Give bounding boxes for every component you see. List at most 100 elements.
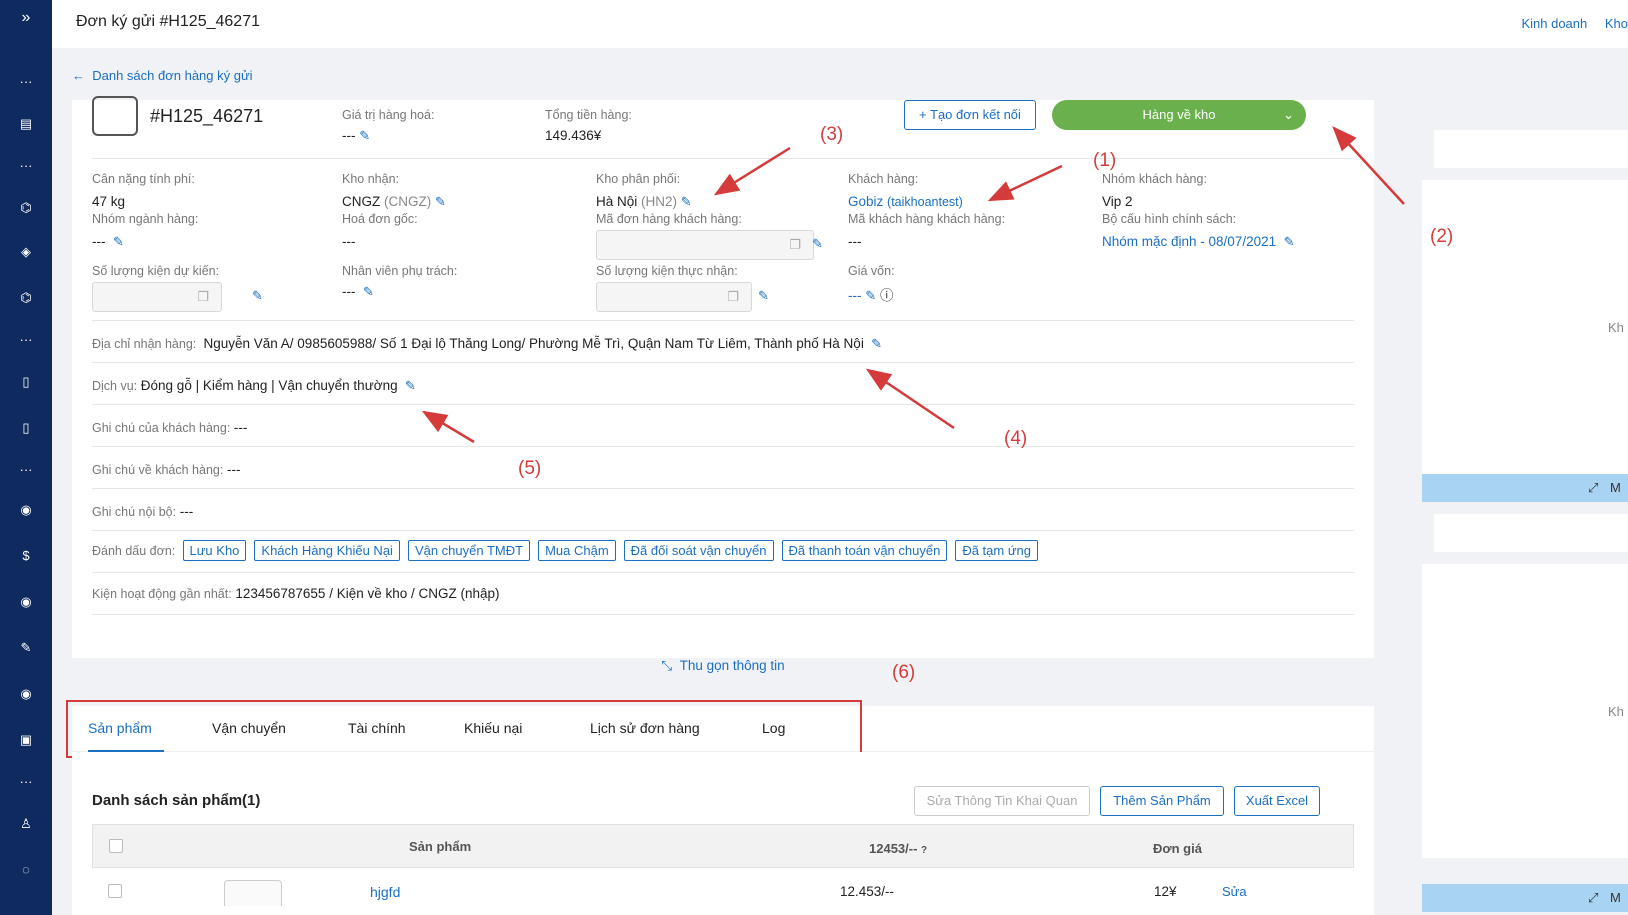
- order-status-dropdown[interactable]: Hàng về kho ⌄: [1052, 100, 1306, 130]
- edit-square-icon[interactable]: ✎: [865, 288, 876, 303]
- products-title: Danh sách sản phẩm(1): [92, 792, 261, 809]
- divider: [92, 158, 1354, 159]
- box-icon[interactable]: ◈: [0, 244, 52, 260]
- products-section: Danh sách sản phẩm(1) Sửa Thông Tin Khai…: [72, 752, 1374, 915]
- panel-text: Kh: [1608, 320, 1624, 335]
- expected-packages-label: Số lượng kiện dự kiến:: [92, 264, 220, 278]
- receipt-icon[interactable]: ▣: [0, 732, 52, 748]
- annotation-label: (4): [1004, 428, 1028, 449]
- exchange-icon[interactable]: ◉: [0, 502, 52, 518]
- mark-tag[interactable]: Lưu Kho: [182, 540, 247, 561]
- policy-value[interactable]: Nhóm mặc định - 08/07/2021 ✎: [1102, 234, 1295, 250]
- copy-icon[interactable]: ❐: [789, 237, 801, 253]
- mark-tag[interactable]: Đã đối soát vận chuyển: [623, 540, 774, 561]
- mark-tag[interactable]: Đã thanh toán vận chuyển: [781, 540, 948, 561]
- hierarchy-icon[interactable]: ⌬: [0, 200, 52, 216]
- menu-dots-icon[interactable]: ···: [0, 332, 52, 348]
- order-marks-row: Đánh dấu đơn: Lưu Kho Khách Hàng Khiếu Nạ…: [92, 540, 1046, 561]
- add-product-button[interactable]: Thêm Sản Phẩm: [1100, 786, 1224, 816]
- edit-icon[interactable]: ✎: [1284, 234, 1295, 249]
- weight-value: 47 kg: [92, 194, 126, 209]
- select-all-checkbox[interactable]: [109, 839, 123, 853]
- total-label: Tổng tiền hàng:: [545, 108, 632, 122]
- customer-order-code-label: Mã đơn hàng khách hàng:: [596, 212, 742, 226]
- customer-link[interactable]: Gobiz (taikhoantest): [848, 194, 963, 209]
- invoice-label: Hoá đơn gốc:: [342, 212, 418, 226]
- mark-tag[interactable]: Mua Chậm: [538, 540, 616, 561]
- page-title: Đơn ký gửi #H125_46271: [76, 13, 260, 30]
- panel-bar[interactable]: ⤢ M: [1422, 474, 1628, 502]
- copy-icon[interactable]: ❐: [727, 289, 739, 305]
- collapse-info-button[interactable]: ⤡ Thu gọn thông tin: [72, 658, 1374, 680]
- top-bar: Đơn ký gửi #H125_46271 Kinh doanh Kho: [52, 0, 1628, 48]
- mark-tag[interactable]: Đã tạm ứng: [955, 540, 1038, 561]
- col-quantity: 12453/-- ?: [869, 841, 928, 856]
- edit-square-icon[interactable]: ✎: [758, 288, 769, 304]
- menu-dots-icon[interactable]: ···: [0, 158, 52, 174]
- edit-square-icon[interactable]: ✎: [812, 236, 823, 252]
- pen-icon[interactable]: ✎: [0, 640, 52, 656]
- divider: [92, 530, 1354, 531]
- export-excel-button[interactable]: Xuất Excel: [1234, 786, 1320, 816]
- edit-icon[interactable]: ✎: [363, 284, 374, 299]
- annotation-label: (3): [820, 124, 844, 145]
- document-icon[interactable]: ▯: [0, 420, 52, 436]
- goods-value: --- ✎: [342, 128, 371, 143]
- edit-icon[interactable]: ✎: [405, 378, 416, 393]
- menu-dots-icon[interactable]: ···: [0, 774, 52, 790]
- chat-icon[interactable]: ◌: [0, 862, 52, 878]
- row-checkbox[interactable]: [108, 884, 122, 898]
- menu-dots-icon[interactable]: ···: [0, 462, 52, 478]
- edit-square-icon[interactable]: ✎: [252, 288, 263, 304]
- nav-link-sales[interactable]: Kinh doanh: [1521, 16, 1587, 31]
- edit-icon[interactable]: ✎: [359, 128, 370, 143]
- panel-bar[interactable]: ⤢ M: [1422, 884, 1628, 912]
- expected-packages-input[interactable]: ❐: [92, 282, 222, 312]
- product-unit-price: 12¥: [1154, 884, 1177, 899]
- expand-icon: ⤢: [1588, 890, 1599, 905]
- exchange-icon[interactable]: ◉: [0, 686, 52, 702]
- edit-icon[interactable]: ✎: [681, 194, 692, 209]
- edit-icon[interactable]: ✎: [435, 194, 446, 209]
- divider: [92, 614, 1354, 615]
- customer-group-value: Vip 2: [1102, 194, 1133, 209]
- copy-icon[interactable]: ❐: [197, 289, 209, 305]
- edit-product-link[interactable]: Sửa: [1222, 884, 1247, 899]
- edit-customs-button[interactable]: Sửa Thông Tin Khai Quan: [914, 786, 1090, 816]
- edit-icon[interactable]: ✎: [871, 336, 882, 351]
- actual-packages-input[interactable]: ❐: [596, 282, 752, 312]
- divider: [92, 320, 1354, 321]
- panel-box: [1434, 130, 1628, 168]
- dollar-icon[interactable]: $: [0, 548, 52, 564]
- mark-tag[interactable]: Khách Hàng Khiếu Nại: [254, 540, 400, 561]
- product-name-link[interactable]: hjgfd: [370, 884, 400, 900]
- edit-icon[interactable]: ✎: [113, 234, 124, 249]
- users-icon[interactable]: ♙: [0, 816, 52, 832]
- nav-link-warehouse[interactable]: Kho: [1605, 16, 1628, 31]
- customer-group-label: Nhóm khách hàng:: [1102, 172, 1207, 186]
- search-document-icon[interactable]: ▤: [0, 116, 52, 132]
- panel-box: [1434, 514, 1628, 552]
- actual-packages-label: Số lượng kiện thực nhận:: [596, 264, 738, 278]
- expand-sidebar-icon[interactable]: »: [0, 10, 52, 26]
- document-icon[interactable]: ▯: [0, 374, 52, 390]
- product-thumbnail: [224, 880, 282, 906]
- staff-value: --- ✎: [342, 284, 374, 299]
- info-icon[interactable]: ⓘ: [880, 288, 894, 303]
- create-link-order-button[interactable]: + Tạo đơn kết nối: [904, 100, 1036, 130]
- menu-dots-icon[interactable]: ···: [0, 74, 52, 90]
- weight-label: Cân nặng tính phí:: [92, 172, 195, 186]
- hierarchy-icon[interactable]: ⌬: [0, 290, 52, 306]
- help-icon: ?: [921, 845, 928, 856]
- exchange-icon[interactable]: ◉: [0, 594, 52, 610]
- mark-tag[interactable]: Vận chuyển TMĐT: [407, 540, 531, 561]
- staff-label: Nhân viên phụ trách:: [342, 264, 458, 278]
- annotation-label: (2): [1430, 226, 1454, 247]
- annotation-label: (5): [518, 458, 542, 479]
- back-link-label: Danh sách đơn hàng ký gửi: [92, 68, 253, 83]
- order-detail-card: #H125_46271 Giá trị hàng hoá: --- ✎ Tổng…: [72, 96, 1374, 658]
- top-nav: Kinh doanh Kho: [1507, 16, 1628, 31]
- goods-value-label: Giá trị hàng hoá:: [342, 108, 435, 122]
- customer-order-code-input[interactable]: ❐: [596, 230, 814, 260]
- back-link[interactable]: ← Danh sách đơn hàng ký gửi: [72, 68, 253, 83]
